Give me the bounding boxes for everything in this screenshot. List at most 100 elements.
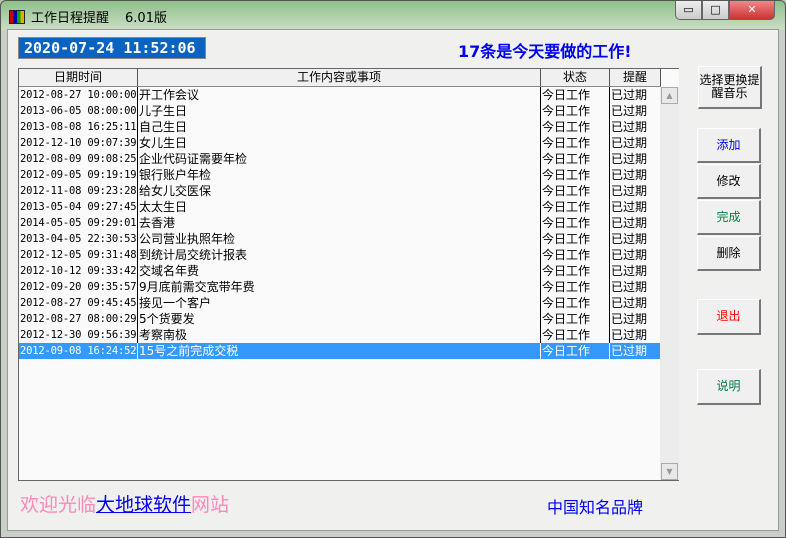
cell-content: 到统计局交统计报表 <box>138 247 541 263</box>
cell-remind: 已过期 <box>611 136 648 150</box>
cell-status: 今日工作 <box>541 183 610 199</box>
table-row[interactable]: 2012-09-20 09:35:57 9月底前需交宽带年费 今日工作 已过期 <box>19 279 661 295</box>
cell-remind: 已过期 <box>611 216 648 230</box>
window-title: 工作日程提醒 <box>31 11 110 26</box>
cell-datetime: 2012-08-27 10:00:00 <box>20 87 138 103</box>
change-music-button[interactable]: 选择更换提醒音乐 <box>698 66 762 109</box>
cell-remind: 已过期 <box>611 232 648 246</box>
cell-status: 今日工作 <box>541 119 610 135</box>
help-button[interactable]: 说明 <box>697 369 761 405</box>
cell-remind: 已过期 <box>611 104 648 118</box>
minimize-button[interactable]: ▭ <box>675 1 702 20</box>
welcome-prefix: 欢迎光临 <box>20 494 97 516</box>
add-button[interactable]: 添加 <box>697 128 761 163</box>
table-row[interactable]: 2013-04-05 22:30:53 公司营业执照年检 今日工作 已过期 <box>19 231 661 247</box>
cell-datetime: 2012-12-05 09:31:48 <box>20 247 138 263</box>
scroll-down-icon[interactable]: ▼ <box>661 463 678 480</box>
header-datetime[interactable]: 日期时间 <box>19 69 138 86</box>
table-row[interactable]: 2012-12-10 09:07:39 女儿生日 今日工作 已过期 <box>19 135 661 151</box>
cell-remind: 已过期 <box>611 88 648 102</box>
maximize-button[interactable]: □ <box>702 1 729 20</box>
cell-status: 今日工作 <box>541 135 610 151</box>
cell-content: 自己生日 <box>138 119 541 135</box>
cell-datetime: 2013-06-05 08:00:00 <box>20 103 138 119</box>
cell-content: 接见一个客户 <box>138 295 541 311</box>
cell-content: 银行账户年检 <box>138 167 541 183</box>
cell-datetime: 2012-10-12 09:33:42 <box>20 263 138 279</box>
cell-content: 企业代码证需要年检 <box>138 151 541 167</box>
cell-status: 今日工作 <box>541 279 610 295</box>
table-row[interactable]: 2013-06-05 08:00:00 儿子生日 今日工作 已过期 <box>19 103 661 119</box>
cell-content: 给女儿交医保 <box>138 183 541 199</box>
cell-remind: 已过期 <box>611 344 648 358</box>
cell-datetime: 2012-09-05 09:19:19 <box>20 167 138 183</box>
table-row[interactable]: 2013-08-08 16:25:11 自己生日 今日工作 已过期 <box>19 119 661 135</box>
table-row[interactable]: 2012-12-30 09:56:39 考察南极 今日工作 已过期 <box>19 327 661 343</box>
cell-datetime: 2012-12-30 09:56:39 <box>20 327 138 343</box>
cell-status: 今日工作 <box>541 247 610 263</box>
cell-remind: 已过期 <box>611 280 648 294</box>
cell-content: 公司营业执照年检 <box>138 231 541 247</box>
table-row[interactable]: 2012-12-05 09:31:48 到统计局交统计报表 今日工作 已过期 <box>19 247 661 263</box>
delete-button[interactable]: 删除 <box>697 236 761 271</box>
edit-button[interactable]: 修改 <box>697 164 761 199</box>
cell-remind: 已过期 <box>611 264 648 278</box>
cell-datetime: 2012-08-09 09:08:25 <box>20 151 138 167</box>
cell-remind: 已过期 <box>611 120 648 134</box>
scroll-up-icon[interactable]: ▲ <box>661 87 678 104</box>
current-datetime: 2020-07-24 11:52:06 <box>18 37 206 59</box>
cell-datetime: 2012-09-08 16:24:52 <box>20 343 138 359</box>
table-row[interactable]: 2013-05-04 09:27:45 太太生日 今日工作 已过期 <box>19 199 661 215</box>
table-row[interactable]: 2014-05-05 09:29:01 去香港 今日工作 已过期 <box>19 215 661 231</box>
header-remind[interactable]: 提醒 <box>610 69 661 86</box>
done-button[interactable]: 完成 <box>697 200 761 235</box>
cell-datetime: 2013-04-05 22:30:53 <box>20 231 138 247</box>
welcome-text: 欢迎光临大地球软件网站 <box>20 490 229 517</box>
cell-status: 今日工作 <box>541 151 610 167</box>
cell-remind: 已过期 <box>611 248 648 262</box>
cell-status: 今日工作 <box>541 311 610 327</box>
cell-status: 今日工作 <box>541 343 610 359</box>
cell-remind: 已过期 <box>611 168 648 182</box>
website-link[interactable]: 大地球软件 <box>96 494 191 516</box>
cell-remind: 已过期 <box>611 152 648 166</box>
brand-text: 中国知名品牌 <box>547 498 644 517</box>
title-bar: 工作日程提醒 6.01版 <box>9 7 167 26</box>
cell-remind: 已过期 <box>611 184 648 198</box>
cell-datetime: 2012-12-10 09:07:39 <box>20 135 138 151</box>
cell-datetime: 2014-05-05 09:29:01 <box>20 215 138 231</box>
cell-remind: 已过期 <box>611 296 648 310</box>
cell-content: 5个货要发 <box>138 311 541 327</box>
table-header: 日期时间 工作内容或事项 状态 提醒 <box>19 69 661 87</box>
cell-datetime: 2013-08-08 16:25:11 <box>20 119 138 135</box>
cell-datetime: 2012-08-27 09:45:45 <box>20 295 138 311</box>
table-row[interactable]: 2012-08-09 09:08:25 企业代码证需要年检 今日工作 已过期 <box>19 151 661 167</box>
table-row[interactable]: 2012-08-27 09:45:45 接见一个客户 今日工作 已过期 <box>19 295 661 311</box>
cell-status: 今日工作 <box>541 231 610 247</box>
cell-content: 开工作会议 <box>138 87 541 103</box>
table-row[interactable]: 2012-11-08 09:23:28 给女儿交医保 今日工作 已过期 <box>19 183 661 199</box>
cell-content: 交域名年费 <box>138 263 541 279</box>
vertical-scrollbar[interactable]: ▲ ▼ <box>660 87 679 480</box>
table-row[interactable]: 2012-08-27 08:00:29 5个货要发 今日工作 已过期 <box>19 311 661 327</box>
schedule-table: 日期时间 工作内容或事项 状态 提醒 2012-08-27 10:00:00 开工… <box>18 68 679 481</box>
cell-remind: 已过期 <box>611 200 648 214</box>
cell-status: 今日工作 <box>541 167 610 183</box>
close-button[interactable]: ✕ <box>729 1 775 20</box>
cell-status: 今日工作 <box>541 103 610 119</box>
cell-datetime: 2013-05-04 09:27:45 <box>20 199 138 215</box>
table-row[interactable]: 2012-10-12 09:33:42 交域名年费 今日工作 已过期 <box>19 263 661 279</box>
cell-content: 儿子生日 <box>138 103 541 119</box>
header-content[interactable]: 工作内容或事项 <box>138 69 541 86</box>
cell-content: 去香港 <box>138 215 541 231</box>
exit-button[interactable]: 退出 <box>697 299 761 335</box>
cell-content: 9月底前需交宽带年费 <box>138 279 541 295</box>
table-row[interactable]: 2012-09-08 16:24:52 15号之前完成交税 今日工作 已过期 <box>19 343 661 359</box>
cell-status: 今日工作 <box>541 295 610 311</box>
table-row[interactable]: 2012-08-27 10:00:00 开工作会议 今日工作 已过期 <box>19 87 661 103</box>
cell-status: 今日工作 <box>541 199 610 215</box>
header-status[interactable]: 状态 <box>541 69 610 86</box>
cell-status: 今日工作 <box>541 263 610 279</box>
app-icon <box>9 9 25 24</box>
table-row[interactable]: 2012-09-05 09:19:19 银行账户年检 今日工作 已过期 <box>19 167 661 183</box>
